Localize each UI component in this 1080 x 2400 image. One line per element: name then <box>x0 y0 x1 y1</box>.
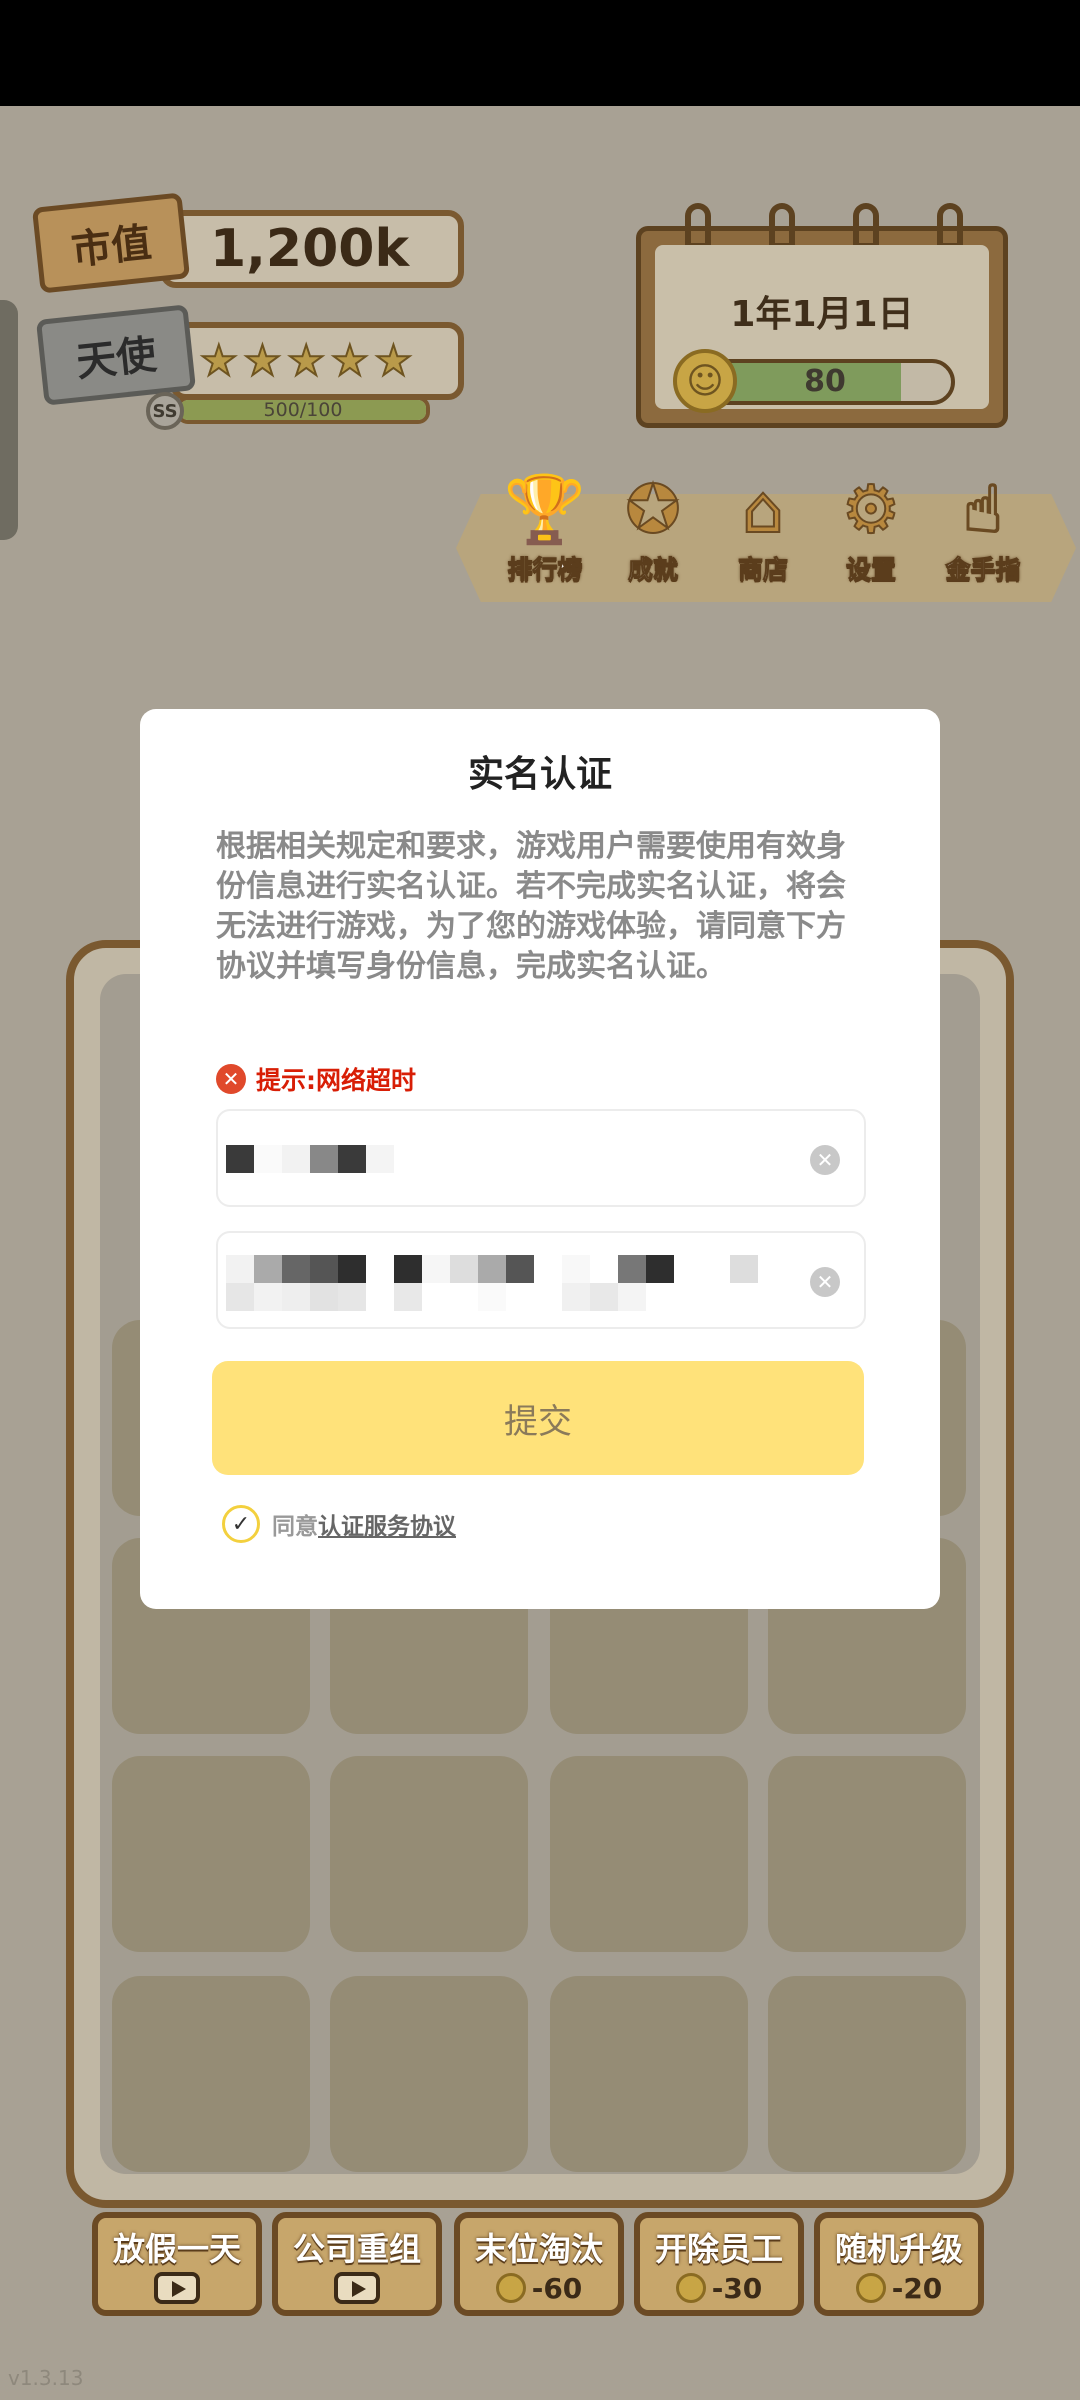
pointing-hand-icon: ☝ <box>962 470 1004 549</box>
calendar-ring-icon <box>769 203 795 249</box>
real-name-auth-dialog: 实名认证 根据相关规定和要求，游戏用户需要使用有效身份信息进行实名认证。若不完成… <box>140 709 940 1609</box>
rank-badge: SS <box>146 392 184 430</box>
name-input[interactable] <box>218 1111 864 1205</box>
side-drawer-handle[interactable] <box>0 300 18 540</box>
star-icon: ★ <box>374 336 414 385</box>
error-icon: ✕ <box>216 1064 246 1094</box>
calendar-ring-icon <box>937 203 963 249</box>
gear-icon: ⚙ <box>840 470 901 549</box>
grid-cell[interactable] <box>768 1756 966 1952</box>
star-icon: ★ <box>286 336 326 385</box>
coin-icon <box>855 2273 886 2303</box>
dialog-description: 根据相关规定和要求，游戏用户需要使用有效身份信息进行实名认证。若不完成实名认证，… <box>216 829 846 984</box>
agree-checkbox[interactable]: ✓ <box>222 1505 260 1543</box>
grid-cell[interactable] <box>550 1756 748 1952</box>
market-value-label: 市值 <box>31 192 191 294</box>
id-number-input[interactable] <box>218 1233 864 1327</box>
coin-icon <box>495 2273 526 2303</box>
calendar-panel: 1年1月1日 80 ☺ <box>636 203 1008 428</box>
agreement-link[interactable]: 认证服务协议 <box>318 1507 456 1541</box>
id-number-field[interactable]: ✕ <box>216 1231 866 1329</box>
star-icon: ★ <box>330 336 370 385</box>
menu-settings[interactable]: ⚙ 设置 <box>816 470 926 590</box>
clear-id-icon[interactable]: ✕ <box>810 1267 840 1297</box>
name-field[interactable]: ✕ <box>216 1109 866 1207</box>
grid-cell[interactable] <box>550 1976 748 2172</box>
dialog-title: 实名认证 <box>467 754 612 795</box>
rank-progress-text: 500/100 <box>263 399 343 421</box>
grid-cell[interactable] <box>330 1976 528 2172</box>
status-bar <box>0 0 1080 106</box>
action-upgrade-button[interactable]: 随机升级 -20 <box>814 2212 984 2316</box>
clear-name-icon[interactable]: ✕ <box>810 1145 840 1175</box>
smile-face-icon: ☺ <box>673 349 737 413</box>
trophy-icon: 🏆 <box>503 470 587 549</box>
menu-shop[interactable]: ⌂ 商店 <box>708 470 818 590</box>
error-tip-text: 提示:网络超时 <box>256 1066 416 1095</box>
star-icon: ★ <box>199 336 239 385</box>
coin-icon <box>675 2273 706 2303</box>
grid-cell[interactable] <box>112 1976 310 2172</box>
action-holiday-button[interactable]: 放假一天 <box>92 2212 262 2316</box>
menu-leaderboard[interactable]: 🏆 排行榜 <box>490 470 600 590</box>
calendar-ring-icon <box>685 203 711 249</box>
grid-cell[interactable] <box>112 1756 310 1952</box>
action-fire-button[interactable]: 开除员工 -30 <box>634 2212 804 2316</box>
star-icon: ★ <box>243 336 283 385</box>
agree-prefix: 同意 <box>272 1514 318 1540</box>
shop-icon: ⌂ <box>741 470 785 549</box>
video-ad-icon <box>334 2272 380 2304</box>
angel-label: 天使 <box>35 304 197 406</box>
grid-cell[interactable] <box>330 1756 528 1952</box>
menu-golden-finger[interactable]: ☝ 金手指 <box>928 470 1038 590</box>
market-value: 1,200k <box>210 219 410 279</box>
star-rating: ★ ★ ★ ★ ★ <box>170 322 464 400</box>
action-restructure-button[interactable]: 公司重组 <box>272 2212 442 2316</box>
version-label: v1.3.13 <box>8 2366 84 2390</box>
menu-achievements[interactable]: ✪ 成就 <box>598 470 708 590</box>
grid-cell[interactable] <box>768 1976 966 2172</box>
agreement-row: ✓ 同意 认证服务协议 <box>222 1505 456 1543</box>
rank-progress-bar: 500/100 <box>176 396 430 424</box>
calendar-ring-icon <box>853 203 879 249</box>
action-eliminate-button[interactable]: 末位淘汰 -60 <box>454 2212 624 2316</box>
calendar-date: 1年1月1日 <box>730 294 914 335</box>
error-tip: ✕ 提示:网络超时 <box>216 1061 416 1097</box>
medal-icon: ✪ <box>624 470 681 549</box>
market-value-box: 1,200k <box>160 210 464 288</box>
video-ad-icon <box>154 2272 200 2304</box>
submit-button[interactable]: 提交 <box>212 1361 864 1475</box>
